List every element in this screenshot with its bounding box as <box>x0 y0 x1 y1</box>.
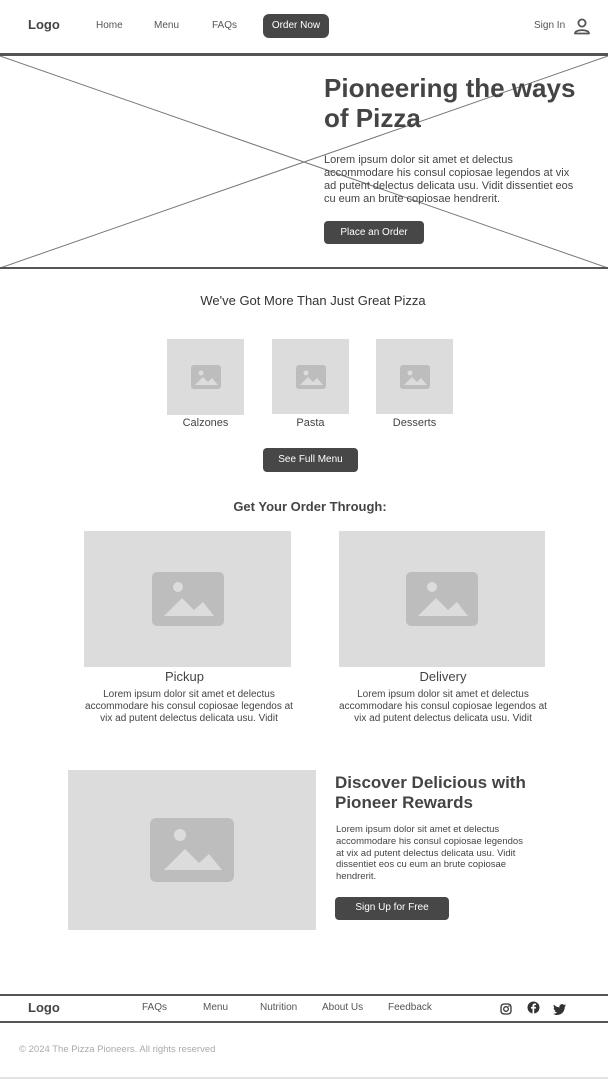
footer-link-about-us[interactable]: About Us <box>322 1002 363 1013</box>
twitter-icon[interactable] <box>553 1002 566 1015</box>
rewards-image <box>68 770 316 930</box>
image-icon <box>406 572 478 626</box>
footer-link-feedback[interactable]: Feedback <box>388 1002 432 1013</box>
instagram-icon[interactable] <box>500 1002 512 1015</box>
order-now-button[interactable]: Order Now <box>263 14 329 38</box>
calzones-image <box>167 339 244 415</box>
desserts-image <box>376 339 453 414</box>
pickup-image[interactable] <box>84 531 291 667</box>
rewards-title-line-1: Discover Delicious with <box>335 773 526 792</box>
footer-link-faqs[interactable]: FAQs <box>142 1002 167 1013</box>
person-icon[interactable] <box>572 17 592 35</box>
hero-bottom-divider <box>0 267 608 269</box>
calzones-label[interactable]: Calzones <box>167 417 244 429</box>
more-heading: We've Got More Than Just Great Pizza <box>200 293 426 308</box>
rewards-title-line-2: Pioneer Rewards <box>335 793 473 812</box>
footer-logo[interactable]: Logo <box>28 1000 60 1015</box>
rewards-body: Lorem ipsum dolor sit amet et delectus a… <box>336 824 523 883</box>
footer-bottom-divider <box>0 1021 608 1023</box>
nav-faqs[interactable]: FAQs <box>212 20 237 31</box>
hero-body: Lorem ipsum dolor sit amet et delectus a… <box>324 154 574 205</box>
footer-link-nutrition[interactable]: Nutrition <box>260 1002 297 1013</box>
header-logo[interactable]: Logo <box>28 17 60 32</box>
image-icon <box>151 572 224 626</box>
image-icon <box>295 364 326 389</box>
sign-up-button[interactable]: Sign Up for Free <box>335 897 449 920</box>
desserts-label[interactable]: Desserts <box>376 417 453 429</box>
nav-menu[interactable]: Menu <box>154 20 179 31</box>
image-icon <box>399 364 430 389</box>
delivery-body: Lorem ipsum dolor sit amet et delectus a… <box>339 689 547 724</box>
hero-title-line-1: Pioneering the ways <box>324 73 576 103</box>
footer-top-divider <box>0 994 608 996</box>
place-order-button[interactable]: Place an Order <box>324 221 424 244</box>
delivery-image[interactable] <box>339 531 545 667</box>
image-icon <box>190 365 221 389</box>
pickup-body: Lorem ipsum dolor sit amet et delectus a… <box>85 689 293 724</box>
pasta-label[interactable]: Pasta <box>272 417 349 429</box>
hero-title: Pioneering the ways of Pizza <box>324 73 575 133</box>
image-icon <box>150 818 234 882</box>
facebook-icon[interactable] <box>527 1001 540 1014</box>
footer-link-menu[interactable]: Menu <box>203 1002 228 1013</box>
pickup-title: Pickup <box>164 669 205 684</box>
rewards-title: Discover Delicious with Pioneer Rewards <box>335 773 526 813</box>
order-through-heading: Get Your Order Through: <box>233 499 387 514</box>
sign-in-link[interactable]: Sign In <box>534 20 565 31</box>
copyright-text: © 2024 The Pizza Pioneers. All rights re… <box>19 1044 216 1055</box>
see-full-menu-button[interactable]: See Full Menu <box>263 448 358 472</box>
nav-home[interactable]: Home <box>96 20 123 31</box>
pasta-image <box>272 339 349 414</box>
hero-title-line-2: of Pizza <box>324 103 421 133</box>
delivery-title: Delivery <box>419 669 467 684</box>
